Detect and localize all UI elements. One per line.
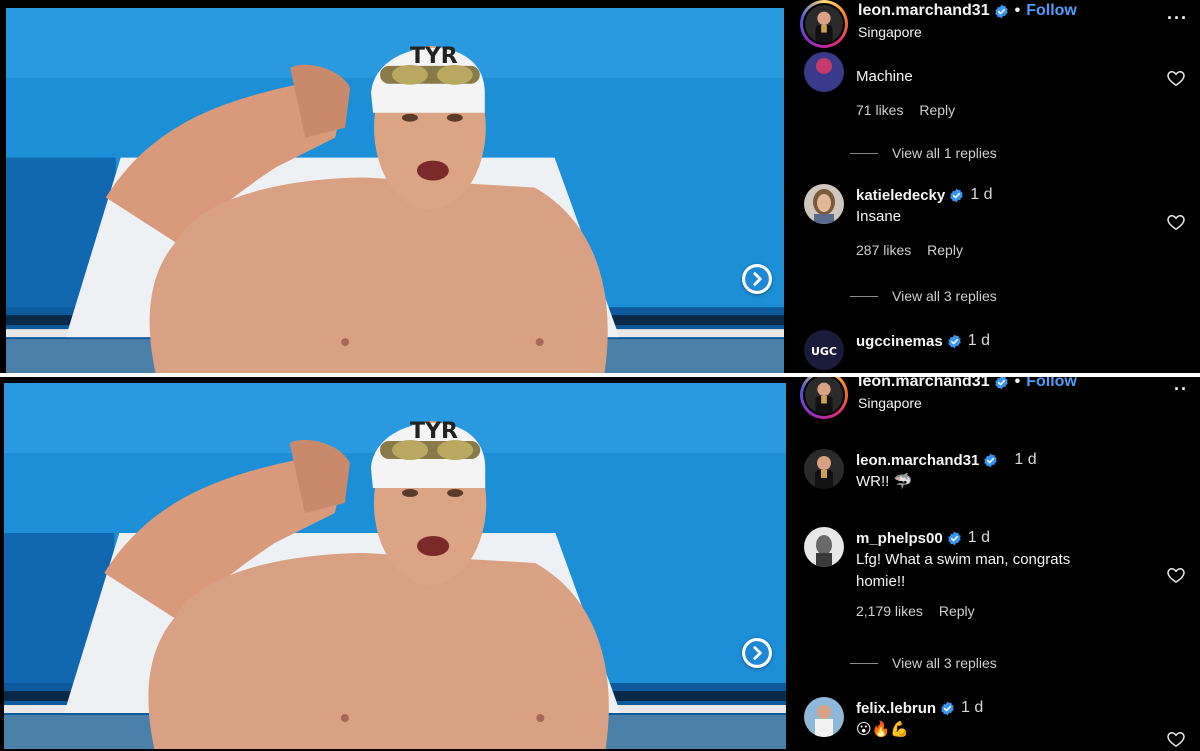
heart-outline-icon[interactable]	[1166, 729, 1186, 749]
comment-likes[interactable]: 2,179 likes	[856, 603, 923, 619]
comment-item: ugccinemas 1 d	[804, 330, 1188, 373]
comment-time: 1 d	[961, 699, 984, 716]
avatar	[805, 377, 843, 414]
post-photo[interactable]	[4, 383, 786, 749]
follow-button[interactable]: Follow	[1026, 2, 1077, 20]
more-horizontal-icon[interactable]: ··	[1174, 379, 1188, 400]
avatar-image	[804, 184, 844, 224]
heart-outline-icon[interactable]	[1166, 212, 1186, 232]
comment-time: 1 d	[967, 529, 990, 546]
comments-panel: leon.marchand31 • Follow Singapore ··· M…	[792, 0, 1200, 373]
heart-outline-icon[interactable]	[1166, 565, 1186, 585]
comment-time: 1 d	[970, 186, 993, 203]
comment-text: Machine	[856, 68, 913, 85]
comment-text-line: Lfg! What a swim man, congrats	[856, 551, 1071, 568]
chevron-right-icon	[744, 266, 770, 292]
comment-text: WR!! 🦈	[856, 473, 913, 490]
comments-panel: leon.marchand31 • Follow Singapore ·· le…	[792, 377, 1200, 751]
comment-time: 1 d	[967, 332, 990, 349]
view-replies-button[interactable]: View all 1 replies	[850, 145, 997, 161]
comment-text: Insane	[856, 208, 902, 225]
reply-button[interactable]: Reply	[939, 603, 975, 619]
more-horizontal-icon[interactable]: ···	[1167, 8, 1188, 29]
avatar[interactable]	[804, 527, 844, 567]
story-ring-avatar[interactable]	[800, 377, 848, 419]
post-header: leon.marchand31 • Follow Singapore	[800, 0, 1077, 48]
comment-username[interactable]: katieledecky	[856, 187, 945, 204]
verified-badge-icon	[994, 4, 1009, 19]
comment-username[interactable]: felix.lebrun	[856, 700, 936, 717]
swimmer-photo	[6, 8, 784, 373]
chevron-right-icon	[744, 640, 770, 666]
avatar-image	[804, 330, 844, 370]
heart-outline-icon[interactable]	[1166, 68, 1186, 88]
avatar-image	[804, 697, 844, 737]
verified-badge-icon	[994, 377, 1009, 390]
post-photo[interactable]	[6, 8, 784, 373]
comment-username[interactable]: m_phelps00	[856, 530, 943, 547]
post-location[interactable]: Singapore	[858, 24, 1077, 40]
view-replies-label: View all 3 replies	[892, 655, 997, 671]
comment-text-line: homie!!	[856, 572, 906, 590]
swimmer-photo	[4, 383, 786, 749]
author-username[interactable]: leon.marchand31	[858, 377, 990, 391]
comment-text: 😮🔥💪	[856, 721, 909, 738]
separator-dot: •	[1014, 2, 1021, 19]
view-replies-button[interactable]: View all 3 replies	[850, 655, 997, 671]
comment-likes[interactable]: 71 likes	[856, 102, 903, 118]
comment-item: katieledecky 1 d Insane 287 likes Reply	[804, 184, 1188, 274]
view-replies-label: View all 3 replies	[892, 288, 997, 304]
comment-time: 1 d	[1014, 451, 1037, 468]
comment-likes[interactable]: 287 likes	[856, 242, 911, 258]
post-header: leon.marchand31 • Follow Singapore	[800, 377, 1077, 419]
comment-item: m_phelps00 1 d Lfg! What a swim man, con…	[804, 527, 1188, 637]
avatar-image	[804, 449, 844, 489]
author-username[interactable]: leon.marchand31	[858, 2, 990, 20]
avatar-image	[804, 52, 844, 92]
comment-username[interactable]: ugccinemas	[856, 333, 943, 350]
follow-button[interactable]: Follow	[1026, 377, 1077, 391]
view-replies-button[interactable]: View all 3 replies	[850, 288, 997, 304]
comment-item: felix.lebrun 1 d 😮🔥💪	[804, 697, 1188, 751]
comment-item: Machine 71 likes Reply	[804, 50, 1188, 145]
story-ring-avatar[interactable]	[800, 0, 848, 48]
caption-item: leon.marchand31 1 d WR!! 🦈	[804, 449, 1188, 497]
comment-username[interactable]: leon.marchand31	[856, 452, 979, 469]
comment-text: Lfg! What a swim man, congrats homie!!	[856, 549, 1148, 593]
post-view-top: leon.marchand31 • Follow Singapore ··· M…	[0, 0, 1200, 373]
avatar-image	[804, 527, 844, 567]
view-replies-label: View all 1 replies	[892, 145, 997, 161]
post-view-bottom: leon.marchand31 • Follow Singapore ·· le…	[0, 377, 1200, 751]
verified-badge-icon	[947, 334, 962, 349]
avatar	[805, 5, 843, 43]
separator-dot: •	[1014, 377, 1021, 390]
avatar[interactable]	[804, 52, 844, 92]
next-photo-button[interactable]	[742, 638, 772, 668]
verified-badge-icon	[949, 188, 964, 203]
reply-button[interactable]: Reply	[927, 242, 963, 258]
verified-badge-icon	[947, 531, 962, 546]
next-photo-button[interactable]	[742, 264, 772, 294]
avatar[interactable]	[804, 697, 844, 737]
reply-button[interactable]: Reply	[919, 102, 955, 118]
avatar[interactable]	[804, 184, 844, 224]
avatar[interactable]	[804, 330, 844, 370]
avatar[interactable]	[804, 449, 844, 489]
post-location[interactable]: Singapore	[858, 395, 1077, 411]
verified-badge-icon	[983, 453, 998, 468]
verified-badge-icon	[940, 701, 955, 716]
